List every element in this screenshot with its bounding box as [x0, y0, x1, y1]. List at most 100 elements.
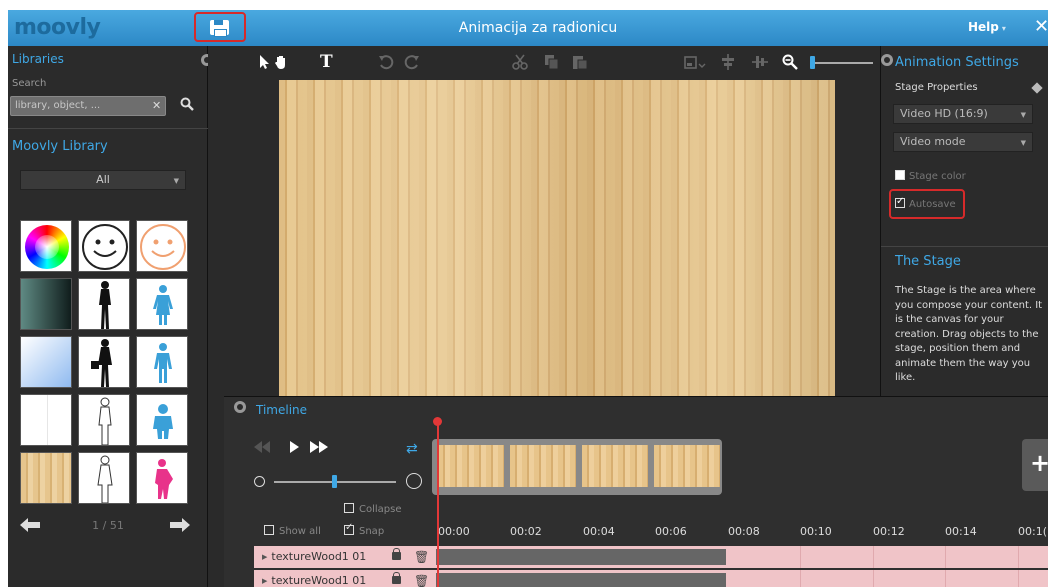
smiley-orange-icon [140, 224, 186, 270]
zoom-slider-track[interactable] [811, 62, 873, 64]
autosave-checkbox[interactable]: Autosave [895, 196, 956, 210]
chevron-down-icon: ▾ [1001, 24, 1006, 33]
library-item-child-icon[interactable] [136, 394, 188, 446]
library-item-gradient-blue[interactable] [20, 336, 72, 388]
animation-settings-title: Animation Settings [895, 55, 1019, 70]
library-item-smiley[interactable] [78, 220, 130, 272]
show-all-checkbox[interactable]: Show all [264, 525, 321, 537]
cut-icon[interactable] [512, 54, 528, 73]
ruler-tick: 00:1( [1018, 525, 1047, 538]
library-item-color-wheel[interactable] [20, 220, 72, 272]
library-item-gradient-teal[interactable] [20, 278, 72, 330]
ruler-tick: 00:14 [945, 525, 977, 538]
stage-color-label: Stage color [909, 171, 966, 182]
add-button[interactable]: + [1022, 439, 1048, 491]
man-icon [154, 343, 172, 383]
expand-diamond-icon[interactable] [1031, 82, 1043, 94]
layer-name[interactable]: ▶ textureWood1 01 [254, 570, 434, 587]
library-item-woman-bag[interactable] [78, 336, 130, 388]
library-item-white-panel[interactable] [20, 394, 72, 446]
lock-icon[interactable] [392, 548, 401, 560]
layer-duration-bar[interactable] [436, 549, 726, 565]
panel-close-icon[interactable] [234, 401, 246, 413]
title-bar: moovly Animacija za radionicu Help ▾ ✕ [8, 10, 1048, 46]
filmstrip-frame [582, 445, 648, 487]
zoom-slider-handle[interactable] [810, 56, 815, 69]
select-arrow-icon[interactable] [258, 54, 270, 73]
close-icon[interactable]: ✕ [1034, 16, 1048, 37]
smiley-icon [82, 224, 128, 270]
trash-icon[interactable]: 🗑 [414, 574, 429, 587]
undo-icon[interactable] [378, 54, 394, 73]
checkbox-checked-icon [895, 196, 905, 208]
stage-color-checkbox[interactable]: Stage color [895, 170, 966, 182]
rewind-icon[interactable] [254, 441, 270, 456]
video-format-select[interactable]: Video HD (16:9) ▼ [893, 104, 1033, 124]
save-button[interactable] [194, 12, 246, 42]
woman-silhouette-icon [99, 281, 111, 329]
moovly-editor-window: moovly Animacija za radionicu Help ▾ ✕ Li… [8, 10, 1048, 587]
library-item-wood-texture[interactable] [20, 452, 72, 504]
clock-icon [406, 473, 422, 489]
layer-label: textureWood1 01 [271, 550, 367, 563]
save-icon [210, 20, 229, 37]
trash-icon[interactable]: 🗑 [414, 550, 429, 564]
chevron-down-icon: ▼ [1020, 139, 1026, 147]
search-input[interactable]: library, object, ... [10, 96, 166, 116]
library-item-smiley-orange[interactable] [136, 220, 188, 272]
zoom-icon[interactable] [782, 54, 798, 73]
layer-duration-bar[interactable] [436, 573, 726, 587]
layer-name[interactable]: ▶ textureWood1 01 [254, 546, 434, 568]
copy-icon[interactable] [544, 54, 560, 73]
divider [8, 128, 208, 129]
layer-row[interactable]: ▶ textureWood1 01 🗑 [254, 546, 1048, 568]
panel-close-icon[interactable] [881, 54, 893, 66]
library-item-woman-sketch[interactable] [78, 394, 130, 446]
library-item-man-icon[interactable] [136, 336, 188, 388]
clear-search-icon[interactable]: ✕ [152, 99, 161, 112]
woman-sketch-2-icon [97, 455, 113, 503]
moovly-library-title: Moovly Library [12, 139, 108, 154]
play-icon[interactable] [288, 441, 300, 456]
hand-icon[interactable] [274, 54, 288, 73]
fast-forward-icon[interactable] [310, 441, 328, 456]
snap-checkbox[interactable]: Snap [344, 522, 385, 537]
filmstrip-preview[interactable] [432, 439, 722, 495]
align-horizontal-icon[interactable] [720, 54, 736, 73]
layer-row[interactable]: ▶ textureWood1 01 🗑 [254, 570, 1048, 587]
woman-icon [153, 285, 173, 325]
library-item-woman-sketch-2[interactable] [78, 452, 130, 504]
layer-label: textureWood1 01 [271, 574, 367, 587]
library-item-woman-icon[interactable] [136, 278, 188, 330]
snap-label: Snap [359, 526, 385, 537]
category-selected: All [96, 173, 110, 186]
collapse-checkbox[interactable]: Collapse [344, 503, 402, 515]
stage-properties-label: Stage Properties [895, 82, 978, 93]
redo-icon[interactable] [404, 54, 420, 73]
chevron-down-icon: ▼ [173, 177, 179, 185]
ruler-tick: 00:08 [728, 525, 760, 538]
woman-sketch-icon [98, 397, 112, 445]
text-tool-icon[interactable]: T [320, 52, 333, 72]
category-select[interactable]: All ▼ [20, 170, 186, 190]
playhead[interactable] [437, 421, 439, 587]
filmstrip-frame [438, 445, 504, 487]
arrange-icon[interactable] [684, 54, 706, 73]
expand-caret-icon: ▶ [262, 553, 268, 561]
align-vertical-icon[interactable] [752, 54, 768, 73]
video-mode-select[interactable]: Video mode ▼ [893, 132, 1033, 152]
libraries-title: Libraries [12, 52, 64, 66]
lock-icon[interactable] [392, 572, 401, 584]
checkbox-icon [264, 525, 274, 535]
help-menu[interactable]: Help ▾ [968, 20, 1006, 34]
paste-icon[interactable] [572, 54, 588, 73]
library-item-woman-silhouette[interactable] [78, 278, 130, 330]
stage-canvas[interactable] [279, 80, 835, 396]
search-icon[interactable] [180, 97, 194, 114]
library-item-pregnant-icon[interactable] [136, 452, 188, 504]
autosave-label: Autosave [909, 199, 956, 210]
pregnant-woman-icon [155, 459, 173, 499]
speed-slider-handle[interactable] [332, 475, 337, 488]
loop-icon[interactable]: ⇄ [406, 441, 418, 457]
next-page-arrow-icon[interactable] [170, 518, 190, 532]
